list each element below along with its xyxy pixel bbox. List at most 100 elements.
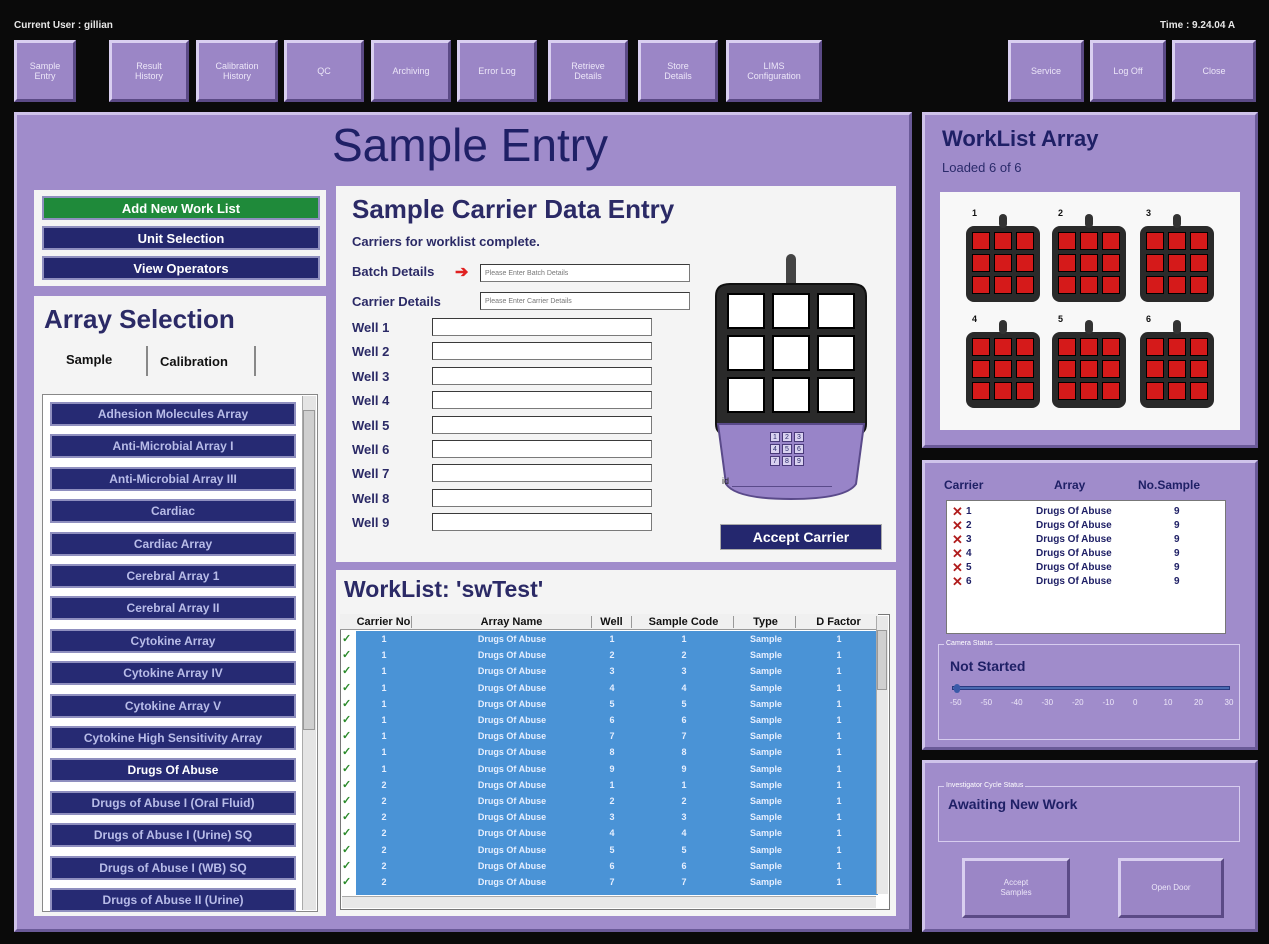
worklist-cell[interactable]: 5 (634, 845, 734, 855)
carrier-details-input[interactable]: Please Enter Carrier Details (480, 292, 690, 310)
array-item[interactable]: Drugs Of Abuse (50, 758, 296, 783)
array-item[interactable]: Drugs of Abuse I (Oral Fluid) (50, 790, 296, 815)
worklist-vscroll-thumb[interactable] (877, 630, 887, 690)
worklist-column-header[interactable]: Array Name (432, 616, 592, 628)
worklist-cell[interactable]: 2 (356, 812, 412, 822)
worklist-cell[interactable]: Sample (736, 699, 796, 709)
nav-retrieve-details-button[interactable]: Retrieve Details (548, 40, 628, 102)
worklist-cell[interactable]: Drugs Of Abuse (432, 764, 592, 774)
worklist-cell[interactable]: 3 (592, 666, 632, 676)
worklist-cell[interactable]: 1 (800, 780, 878, 790)
worklist-column-header[interactable]: Sample Code (634, 616, 734, 628)
add-new-worklist-button[interactable]: Add New Work List (42, 196, 320, 220)
worklist-cell[interactable]: Drugs Of Abuse (432, 845, 592, 855)
worklist-cell[interactable]: 5 (634, 699, 734, 709)
worklist-cell[interactable]: 1 (800, 812, 878, 822)
worklist-cell[interactable]: 1 (800, 634, 878, 644)
accept-carrier-button[interactable]: Accept Carrier (720, 524, 882, 550)
worklist-cell[interactable]: 1 (800, 731, 878, 741)
array-item[interactable]: Adhesion Molecules Array (50, 402, 296, 426)
worklist-cell[interactable]: Sample (736, 683, 796, 693)
worklist-cell[interactable]: 8 (592, 747, 632, 757)
worklist-cell[interactable]: 1 (800, 828, 878, 838)
worklist-cell[interactable]: Sample (736, 845, 796, 855)
well-input[interactable] (432, 513, 652, 532)
well-input[interactable] (432, 464, 652, 483)
camera-slider-thumb[interactable] (954, 684, 960, 693)
worklist-cell[interactable]: 1 (356, 764, 412, 774)
array-item[interactable]: Cardiac (50, 499, 296, 524)
nav-result-history-button[interactable]: Result History (109, 40, 189, 102)
worklist-cell[interactable]: 4 (592, 683, 632, 693)
camera-slider-track[interactable] (952, 686, 1230, 690)
worklist-cell[interactable]: 1 (800, 699, 878, 709)
array-item[interactable]: Cytokine Array IV (50, 661, 296, 686)
worklist-cell[interactable]: Drugs Of Abuse (432, 861, 592, 871)
close-button[interactable]: Close (1172, 40, 1256, 102)
worklist-cell[interactable]: Sample (736, 747, 796, 757)
array-item[interactable]: Cytokine High Sensitivity Array (50, 726, 296, 750)
worklist-cell[interactable]: Sample (736, 731, 796, 741)
worklist-cell[interactable]: 5 (592, 699, 632, 709)
worklist-cell[interactable]: 1 (356, 650, 412, 660)
worklist-cell[interactable]: 4 (634, 683, 734, 693)
worklist-cell[interactable]: Drugs Of Abuse (432, 828, 592, 838)
worklist-cell[interactable]: 1 (800, 666, 878, 676)
worklist-cell[interactable]: 2 (634, 796, 734, 806)
worklist-cell[interactable]: 1 (356, 715, 412, 725)
worklist-cell[interactable]: Drugs Of Abuse (432, 796, 592, 806)
worklist-cell[interactable]: 3 (634, 666, 734, 676)
array-item[interactable]: Cytokine Array V (50, 693, 296, 718)
worklist-cell[interactable]: 1 (634, 780, 734, 790)
worklist-cell[interactable]: 4 (634, 828, 734, 838)
nav-store-details-button[interactable]: Store Details (638, 40, 718, 102)
array-item[interactable]: Cardiac Array (50, 531, 296, 556)
worklist-cell[interactable]: 3 (592, 812, 632, 822)
worklist-cell[interactable]: Drugs Of Abuse (432, 812, 592, 822)
array-list-scroll-thumb[interactable] (303, 410, 315, 730)
worklist-cell[interactable]: 1 (356, 731, 412, 741)
worklist-cell[interactable]: 1 (800, 877, 878, 887)
worklist-cell[interactable]: 1 (800, 796, 878, 806)
worklist-cell[interactable]: Sample (736, 650, 796, 660)
worklist-column-header[interactable]: Well (592, 616, 632, 628)
worklist-cell[interactable]: Sample (736, 877, 796, 887)
array-item[interactable]: Anti-Microbial Array I (50, 434, 296, 459)
worklist-column-header[interactable]: D Factor (800, 616, 878, 628)
worklist-cell[interactable]: 2 (356, 845, 412, 855)
worklist-cell[interactable]: 2 (592, 796, 632, 806)
worklist-cell[interactable]: Drugs Of Abuse (432, 780, 592, 790)
worklist-cell[interactable]: Drugs Of Abuse (432, 666, 592, 676)
worklist-cell[interactable]: Drugs Of Abuse (432, 634, 592, 644)
array-item[interactable]: Anti-Microbial Array III (50, 466, 296, 491)
worklist-cell[interactable]: 2 (592, 650, 632, 660)
well-input[interactable] (432, 391, 652, 410)
well-input[interactable] (432, 366, 652, 385)
unit-selection-button[interactable]: Unit Selection (42, 226, 320, 250)
worklist-cell[interactable]: Drugs Of Abuse (432, 715, 592, 725)
well-input[interactable] (432, 440, 652, 458)
tab-sample[interactable]: Sample (66, 352, 112, 367)
nav-sample-entry-button[interactable]: Sample Entry (14, 40, 76, 102)
accept-samples-button[interactable]: Accept Samples (962, 858, 1070, 918)
worklist-cell[interactable]: Sample (736, 861, 796, 871)
log-off-button[interactable]: Log Off (1090, 40, 1166, 102)
worklist-cell[interactable]: 2 (356, 780, 412, 790)
worklist-cell[interactable]: 1 (356, 634, 412, 644)
worklist-cell[interactable]: 5 (592, 845, 632, 855)
worklist-cell[interactable]: 6 (634, 715, 734, 725)
tab-calibration[interactable]: Calibration (160, 354, 228, 369)
worklist-cell[interactable]: Sample (736, 666, 796, 676)
array-item[interactable]: Cerebral Array II (50, 596, 296, 621)
worklist-cell[interactable]: 1 (800, 683, 878, 693)
worklist-cell[interactable]: 2 (356, 877, 412, 887)
worklist-cell[interactable]: Drugs Of Abuse (432, 747, 592, 757)
worklist-cell[interactable]: 6 (592, 861, 632, 871)
view-operators-button[interactable]: View Operators (42, 256, 320, 280)
worklist-cell[interactable]: Sample (736, 812, 796, 822)
worklist-cell[interactable]: 7 (592, 877, 632, 887)
worklist-cell[interactable]: Sample (736, 828, 796, 838)
worklist-cell[interactable]: Drugs Of Abuse (432, 683, 592, 693)
nav-archiving-button[interactable]: Archiving (371, 40, 451, 102)
worklist-cell[interactable]: 1 (356, 699, 412, 709)
